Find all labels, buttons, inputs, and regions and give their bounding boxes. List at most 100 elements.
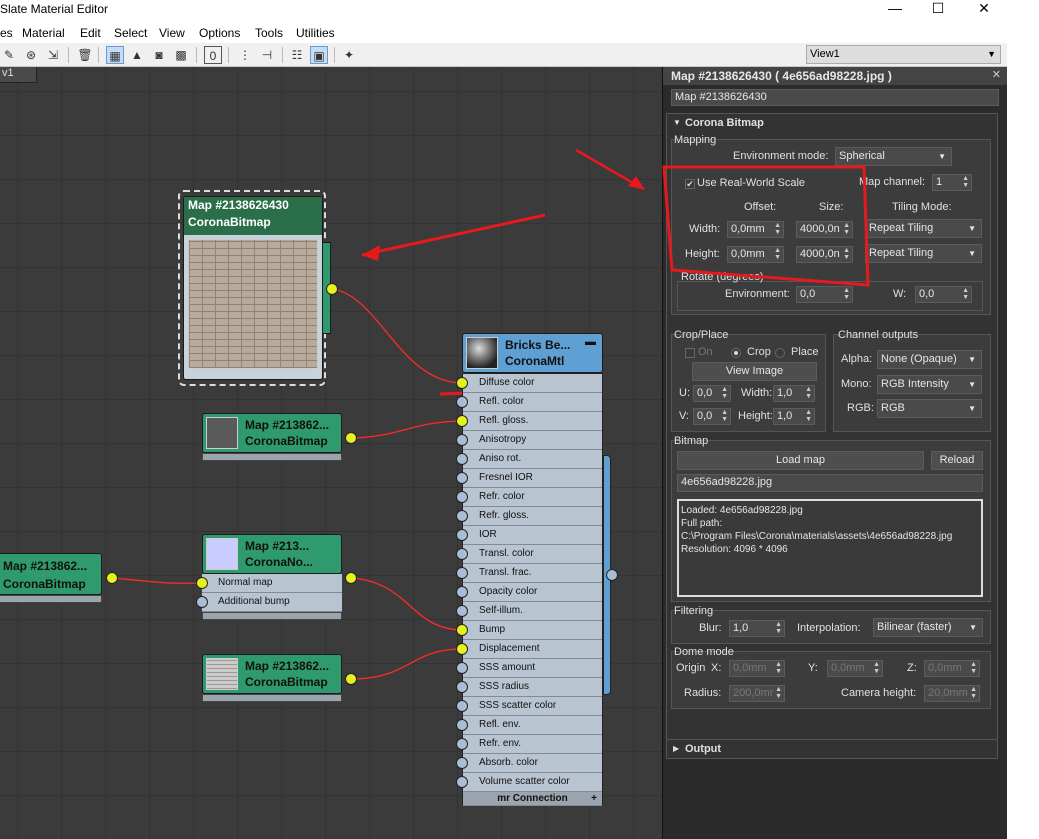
map-channel-field[interactable]: 1 ▲ ▼ [932,174,972,191]
pick-material-icon[interactable]: ⊛ [22,46,40,64]
navigator-icon[interactable]: ▣ [310,46,328,64]
node-bitmap-left[interactable]: Map #213862... CoronaBitmap [0,553,102,595]
radius-field[interactable]: 200,0mr ▲ ▼ [729,685,785,702]
output-socket[interactable] [606,569,618,581]
node-bitmap-gloss[interactable]: Map #213862... CoronaBitmap [202,413,342,453]
input-socket[interactable] [456,757,468,769]
mtl-slot[interactable]: Opacity color [463,583,602,602]
input-socket[interactable] [456,567,468,579]
input-socket[interactable] [456,491,468,503]
height-tiling-dropdown[interactable]: Repeat Tiling ▼ [865,244,982,263]
env-mode-dropdown[interactable]: Spherical ▼ [835,147,952,166]
sample-sphere-icon[interactable]: ◙ [150,46,168,64]
menu-utilities[interactable]: Utilities [296,26,335,40]
mtl-slot[interactable]: Aniso rot. [463,450,602,469]
v-field[interactable]: 0,0 ▲ ▼ [693,408,731,425]
w-field[interactable]: 0,0 ▲ ▼ [915,286,972,303]
material-id-icon[interactable]: 0 [204,46,222,64]
close-button[interactable]: ✕ [966,0,1002,18]
input-socket[interactable] [196,596,208,608]
menu-tools[interactable]: Tools [255,26,283,40]
input-socket[interactable] [456,434,468,446]
output-socket[interactable] [345,673,357,685]
u-field[interactable]: 0,0 ▲ ▼ [693,385,731,402]
menu-options[interactable]: Options [199,26,240,40]
input-socket[interactable] [456,738,468,750]
show-map-icon[interactable]: ▦ [106,46,124,64]
mtl-slot[interactable]: Volume scatter color [463,773,602,792]
mtl-slot[interactable]: Refl. color [463,393,602,412]
show-background-icon[interactable]: ▲ [128,46,146,64]
blur-field[interactable]: 1,0 ▲ ▼ [729,620,785,637]
menu-view[interactable]: View [159,26,185,40]
layout-children-icon[interactable]: ⊣ [258,46,276,64]
plus-icon[interactable]: + [591,792,597,805]
spinner-icon[interactable]: ▲ ▼ [805,409,812,423]
input-socket[interactable] [456,662,468,674]
menu-select[interactable]: Select [114,26,147,40]
output-socket[interactable] [345,432,357,444]
view-image-button[interactable]: View Image [692,362,817,381]
select-by-material-icon[interactable]: ✦ [340,46,358,64]
spinner-icon[interactable]: ▲ ▼ [962,287,969,301]
input-socket[interactable] [456,681,468,693]
collapse-icon[interactable]: ▬ [585,336,596,348]
input-socket[interactable] [456,396,468,408]
input-socket[interactable] [456,586,468,598]
close-icon[interactable]: ✕ [992,68,1001,81]
input-socket[interactable] [456,776,468,788]
maximize-button[interactable]: ☐ [920,0,956,18]
mtl-slot[interactable]: Fresnel IOR [463,469,602,488]
mtl-slot[interactable]: Displacement [463,640,602,659]
mtl-slot[interactable]: Transl. color [463,545,602,564]
output-title[interactable]: Output [685,743,721,755]
spinner-icon[interactable]: ▲ ▼ [843,247,850,261]
mtl-slot[interactable]: IOR [463,526,602,545]
load-map-button[interactable]: Load map [677,451,924,470]
input-socket[interactable] [456,377,468,389]
crop-height-field[interactable]: 1,0 ▲ ▼ [773,408,815,425]
input-socket[interactable] [456,453,468,465]
mono-dropdown[interactable]: RGB Intensity ▼ [877,375,982,394]
mtl-slot[interactable]: SSS radius [463,678,602,697]
input-socket[interactable] [456,415,468,427]
node-bitmap-disp[interactable]: Map #213862... CoronaBitmap [202,654,342,694]
spinner-icon[interactable]: ▲ ▼ [843,287,850,301]
spinner-icon[interactable]: ▲ ▼ [843,222,850,236]
real-world-checkbox[interactable]: ✔ [685,179,695,189]
input-socket[interactable] [456,548,468,560]
width-tiling-dropdown[interactable]: Repeat Tiling ▼ [865,219,982,238]
crop-on-checkbox[interactable] [685,348,695,358]
mtl-slot[interactable]: Refr. gloss. [463,507,602,526]
input-socket[interactable] [456,624,468,636]
spinner-icon[interactable]: ▲ ▼ [775,621,782,635]
spinner-icon[interactable]: ▲ ▼ [805,386,812,400]
rgb-dropdown[interactable]: RGB ▼ [877,399,982,418]
environment-field[interactable]: 0,0 ▲ ▼ [796,286,853,303]
eyedropper-icon[interactable]: ✎ [0,46,18,64]
input-socket[interactable] [456,510,468,522]
mtl-slot[interactable]: Diffuse color [463,374,602,393]
output-socket[interactable] [345,572,357,584]
menu-materials[interactable]: es [0,26,13,40]
reload-button[interactable]: Reload [931,451,983,470]
mtl-slot[interactable]: Refr. env. [463,735,602,754]
height-size-field[interactable]: 4000,0n ▲ ▼ [796,246,853,263]
alpha-dropdown[interactable]: None (Opaque) ▼ [877,350,982,369]
bitmap-filename-field[interactable]: 4e656ad98228.jpg [677,474,983,492]
layout-vertical-icon[interactable]: ⋮ [236,46,254,64]
node-corona-normal[interactable]: Map #213... CoronaNo... [202,534,342,574]
mtl-slot[interactable]: Refl. env. [463,716,602,735]
expand-icon[interactable]: ▶ [673,744,679,753]
spinner-icon[interactable]: ▲ ▼ [721,409,728,423]
rollout-title[interactable]: Corona Bitmap [685,117,764,129]
origin-x-field[interactable]: 0,0mm ▲ ▼ [729,660,785,677]
place-radio[interactable] [775,348,785,358]
delete-icon[interactable]: 🗑 [76,46,94,64]
menu-material[interactable]: Material [22,26,65,40]
parameter-editor-icon[interactable]: ☷ [288,46,306,64]
mtl-slot[interactable]: SSS scatter color [463,697,602,716]
mtl-slot[interactable]: Refr. color [463,488,602,507]
spinner-icon[interactable]: ▲ ▼ [970,661,977,675]
mtl-slot[interactable]: Self-illum. [463,602,602,621]
